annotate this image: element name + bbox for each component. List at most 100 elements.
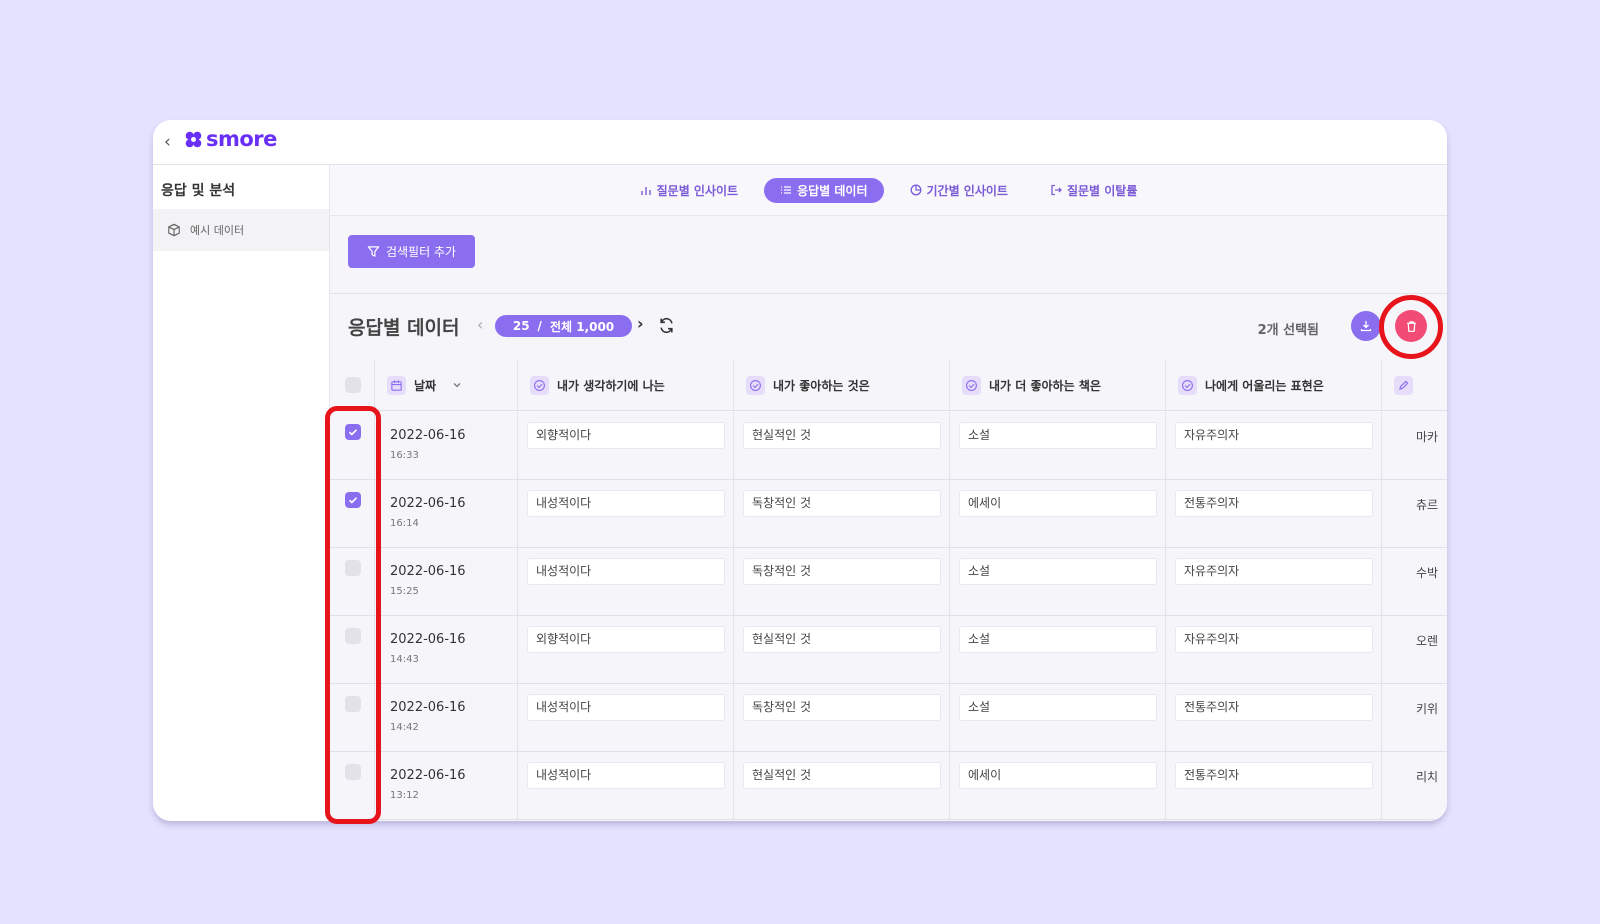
answer-value[interactable]: 외향적이다: [527, 626, 725, 653]
answer-cell: 내성적이다: [518, 684, 734, 751]
answer-value[interactable]: 전통주의자: [1175, 694, 1373, 721]
row-time: 14:42: [390, 722, 419, 733]
answer-value[interactable]: 자유주의자: [1175, 422, 1373, 449]
answer-value[interactable]: 현실적인 것: [743, 762, 941, 789]
row-time: 15:25: [390, 586, 419, 597]
header-question-5[interactable]: [1382, 360, 1447, 410]
answer-value[interactable]: 에세이: [959, 762, 1157, 789]
header-label: 날짜: [414, 378, 437, 393]
row-checkbox[interactable]: [345, 764, 361, 780]
answer-value-truncated[interactable]: 키위: [1416, 700, 1438, 717]
answer-value[interactable]: 독창적인 것: [743, 694, 941, 721]
row-checkbox[interactable]: [345, 424, 361, 440]
answer-value-truncated[interactable]: 오렌: [1416, 632, 1438, 649]
answer-value[interactable]: 독창적인 것: [743, 490, 941, 517]
answer-value-truncated[interactable]: 리치: [1416, 768, 1438, 785]
answer-value[interactable]: 소설: [959, 422, 1157, 449]
answer-value[interactable]: 소설: [959, 626, 1157, 653]
table-row[interactable]: 2022-06-16 13:12 내성적이다 현실적인 것 에세이 전통주의자 리치: [330, 752, 1447, 820]
tab-dropout-rate[interactable]: 질문별 이탈률: [1034, 178, 1153, 203]
answer-value-truncated[interactable]: 수박: [1416, 564, 1438, 581]
table-row[interactable]: 2022-06-16 16:14 내성적이다 독창적인 것 에세이 전통주의자 츄르: [330, 480, 1447, 548]
page-separator: /: [537, 319, 542, 333]
app-window: ‹ smore 응답 및 분석 예시 데이터 질문별 인사이트 응답별 데이터 …: [153, 120, 1447, 821]
back-button[interactable]: ‹: [164, 132, 171, 152]
trash-icon: [1406, 320, 1416, 332]
answer-value[interactable]: 내성적이다: [527, 694, 725, 721]
row-time: 14:43: [390, 654, 419, 665]
answer-value[interactable]: 전통주의자: [1175, 762, 1373, 789]
header-date[interactable]: 날짜: [375, 360, 518, 410]
header-question-3[interactable]: 내가 더 좋아하는 책은: [950, 360, 1166, 410]
tab-label: 질문별 인사이트: [656, 183, 739, 198]
answer-value[interactable]: 내성적이다: [527, 558, 725, 585]
calendar-icon: [387, 375, 406, 395]
answer-value[interactable]: 현실적인 것: [743, 626, 941, 653]
answer-cell: 현실적인 것: [734, 616, 950, 683]
header-label: 내가 생각하기에 나는: [557, 378, 665, 393]
smore-logo[interactable]: smore: [184, 127, 277, 151]
answer-value[interactable]: 에세이: [959, 490, 1157, 517]
row-select-cell: [330, 548, 375, 615]
date-cell: [375, 480, 518, 547]
tab-response-data[interactable]: 응답별 데이터: [764, 177, 884, 203]
answer-cell: 내성적이다: [518, 752, 734, 819]
row-checkbox[interactable]: [345, 560, 361, 576]
answer-value[interactable]: 자유주의자: [1175, 558, 1373, 585]
row-checkbox[interactable]: [345, 492, 361, 508]
download-icon: [1360, 321, 1372, 332]
top-bar: ‹ smore: [153, 120, 1447, 165]
answer-cell: 자유주의자: [1166, 548, 1382, 615]
header-question-2[interactable]: 내가 좋아하는 것은: [734, 360, 950, 410]
page-current: 25: [512, 319, 530, 333]
sidebar-item-sample-data[interactable]: 예시 데이터: [153, 209, 329, 251]
answer-value[interactable]: 소설: [959, 694, 1157, 721]
answer-value[interactable]: 자유주의자: [1175, 626, 1373, 653]
row-checkbox[interactable]: [345, 696, 361, 712]
row-date: 2022-06-16: [390, 564, 466, 579]
answer-cell: 자유주의자: [1166, 412, 1382, 479]
row-checkbox[interactable]: [345, 628, 361, 644]
row-select-cell: [330, 412, 375, 479]
header-question-1[interactable]: 내가 생각하기에 나는: [518, 360, 734, 410]
check-circle-icon: [1178, 375, 1197, 395]
prev-page-button[interactable]: ‹: [477, 315, 483, 334]
delete-button[interactable]: [1395, 310, 1427, 342]
chevron-down-icon[interactable]: [452, 380, 462, 390]
answer-value[interactable]: 현실적인 것: [743, 422, 941, 449]
table-row[interactable]: 2022-06-16 16:33 외향적이다 현실적인 것 소설 자유주의자 마카: [330, 412, 1447, 480]
table-row[interactable]: 2022-06-16 14:42 내성적이다 독창적인 것 소설 전통주의자 키위: [330, 684, 1447, 752]
answer-value[interactable]: 전통주의자: [1175, 490, 1373, 517]
table-row[interactable]: 2022-06-16 15:25 내성적이다 독창적인 것 소설 자유주의자 수박: [330, 548, 1447, 616]
section-title: 응답별 데이터: [348, 317, 460, 339]
exit-icon: [1051, 184, 1062, 196]
answer-value[interactable]: 소설: [959, 558, 1157, 585]
bar-chart-icon: [640, 187, 651, 195]
answer-value-truncated[interactable]: 마카: [1416, 428, 1438, 445]
answer-value[interactable]: 외향적이다: [527, 422, 725, 449]
answer-cell: 독창적인 것: [734, 684, 950, 751]
tab-period-insight[interactable]: 기간별 인사이트: [894, 178, 1024, 203]
tab-question-insight[interactable]: 질문별 인사이트: [624, 178, 754, 203]
logo-text: smore: [206, 127, 277, 151]
select-all-checkbox[interactable]: [345, 377, 361, 393]
row-date: 2022-06-16: [390, 700, 466, 715]
answer-cell: 현실적인 것: [734, 752, 950, 819]
header-question-4[interactable]: 나에게 어울리는 표현은: [1166, 360, 1382, 410]
table-row[interactable]: 2022-06-16 14:43 외향적이다 현실적인 것 소설 자유주의자 오렌: [330, 616, 1447, 684]
header-label: 나에게 어울리는 표현은: [1205, 378, 1324, 393]
date-cell: [375, 616, 518, 683]
tab-label: 질문별 이탈률: [1066, 183, 1138, 198]
next-page-button[interactable]: ›: [637, 314, 644, 333]
cube-icon: [168, 223, 180, 237]
answer-value[interactable]: 독창적인 것: [743, 558, 941, 585]
answer-value[interactable]: 내성적이다: [527, 490, 725, 517]
answer-value[interactable]: 내성적이다: [527, 762, 725, 789]
download-button[interactable]: [1351, 311, 1381, 341]
answer-value-truncated[interactable]: 츄르: [1416, 496, 1438, 513]
row-date: 2022-06-16: [390, 496, 466, 511]
answer-cell: 내성적이다: [518, 480, 734, 547]
date-cell: [375, 548, 518, 615]
add-search-filter-button[interactable]: 검색필터 추가: [348, 235, 475, 268]
refresh-icon[interactable]: [658, 317, 675, 334]
